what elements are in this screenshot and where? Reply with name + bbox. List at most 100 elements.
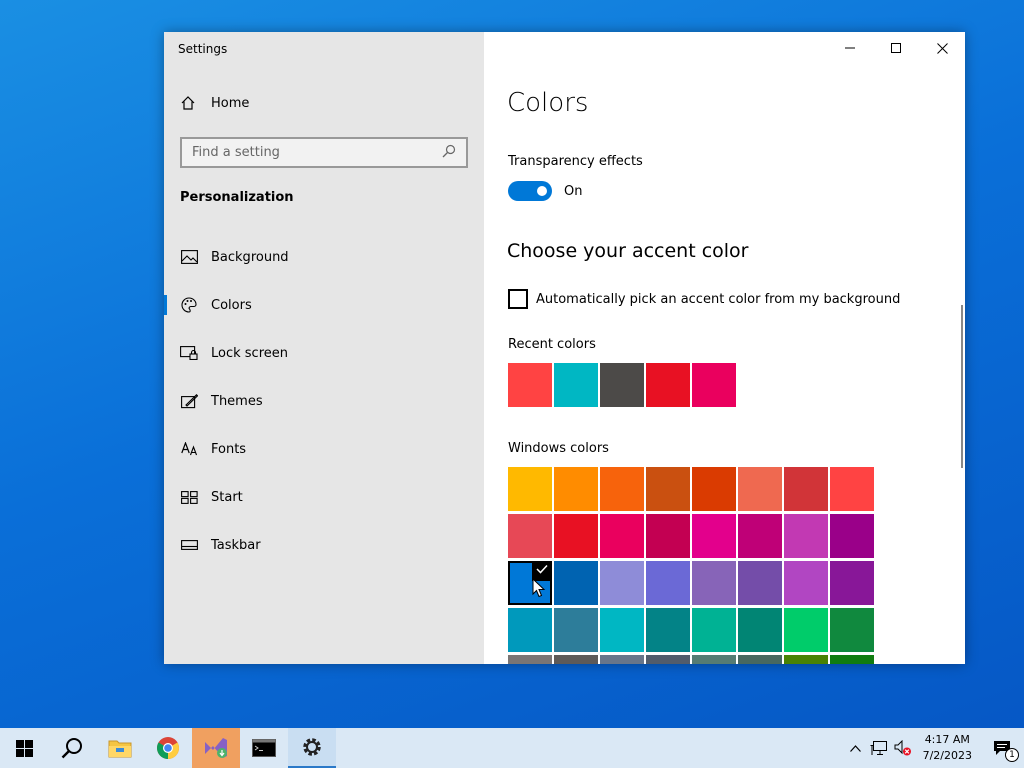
network-icon: [870, 740, 888, 755]
content-pane: Colors Transparency effects On Choose yo…: [484, 32, 965, 664]
windows-color-swatch[interactable]: [738, 655, 782, 664]
windows-color-swatch[interactable]: [508, 467, 552, 511]
notifications-button[interactable]: 1: [980, 728, 1024, 768]
windows-color-swatch[interactable]: [830, 514, 874, 558]
windows-color-swatch[interactable]: [554, 655, 598, 664]
sidebar-item-taskbar[interactable]: Taskbar: [164, 521, 484, 569]
windows-colors-grid: [508, 467, 874, 664]
windows-color-swatch[interactable]: [738, 467, 782, 511]
windows-color-swatch[interactable]: [554, 608, 598, 652]
transparency-toggle[interactable]: [508, 181, 552, 201]
clock-time: 4:17 AM: [924, 733, 970, 746]
windows-color-swatch[interactable]: [646, 561, 690, 605]
sidebar-item-label: Lock screen: [211, 345, 288, 361]
gear-icon: [303, 738, 321, 756]
windows-color-swatch[interactable]: [830, 608, 874, 652]
search-input[interactable]: [192, 145, 442, 160]
auto-pick-checkbox[interactable]: [508, 289, 528, 309]
home-link[interactable]: Home: [180, 94, 249, 112]
windows-color-swatch[interactable]: [692, 655, 736, 664]
terminal-button[interactable]: [240, 728, 288, 768]
sidebar-item-lock-screen[interactable]: Lock screen: [164, 329, 484, 377]
file-explorer-button[interactable]: [96, 728, 144, 768]
windows-color-swatch[interactable]: [508, 514, 552, 558]
start-icon: [180, 488, 198, 506]
section-title: Personalization: [180, 190, 294, 205]
windows-color-swatch[interactable]: [508, 561, 552, 605]
transparency-state: On: [564, 184, 583, 199]
visual-studio-button[interactable]: [192, 728, 240, 768]
lock-screen-icon: [180, 344, 198, 362]
close-icon: [936, 42, 948, 54]
system-tray: 4:17 AM 7/2/2023 1: [845, 728, 1024, 768]
taskbar: 4:17 AM 7/2/2023 1: [0, 728, 1024, 768]
show-hidden-icons-button[interactable]: [845, 728, 867, 768]
scrollbar[interactable]: [961, 305, 963, 468]
windows-color-swatch[interactable]: [646, 608, 690, 652]
recent-color-swatch[interactable]: [692, 363, 736, 407]
settings-button[interactable]: [288, 728, 336, 768]
window-title: Settings: [178, 42, 228, 56]
search-button[interactable]: [48, 728, 96, 768]
search-icon[interactable]: [442, 143, 456, 162]
notification-count: 1: [1005, 748, 1019, 762]
maximize-icon: [891, 43, 901, 53]
windows-color-swatch[interactable]: [692, 608, 736, 652]
windows-color-swatch[interactable]: [600, 608, 644, 652]
windows-color-swatch[interactable]: [508, 655, 552, 664]
windows-color-swatch[interactable]: [554, 561, 598, 605]
clock[interactable]: 4:17 AM 7/2/2023: [915, 732, 980, 764]
windows-color-swatch[interactable]: [784, 467, 828, 511]
windows-color-swatch[interactable]: [554, 467, 598, 511]
transparency-label: Transparency effects: [508, 154, 643, 169]
volume-button[interactable]: [891, 728, 915, 768]
recent-color-swatch[interactable]: [554, 363, 598, 407]
windows-color-swatch[interactable]: [784, 608, 828, 652]
terminal-icon: [252, 739, 276, 757]
sidebar-item-themes[interactable]: Themes: [164, 377, 484, 425]
start-button[interactable]: [0, 728, 48, 768]
sidebar-item-label: Fonts: [211, 441, 247, 457]
maximize-button[interactable]: [873, 32, 919, 64]
windows-color-swatch[interactable]: [784, 655, 828, 664]
windows-color-swatch[interactable]: [692, 561, 736, 605]
windows-color-swatch[interactable]: [784, 561, 828, 605]
sidebar-item-fonts[interactable]: Fonts: [164, 425, 484, 473]
visual-studio-icon: [205, 738, 227, 758]
windows-color-swatch[interactable]: [830, 655, 874, 664]
windows-color-swatch[interactable]: [600, 655, 644, 664]
chrome-icon: [157, 737, 179, 759]
windows-color-swatch[interactable]: [692, 514, 736, 558]
windows-color-swatch[interactable]: [692, 467, 736, 511]
recent-color-swatch[interactable]: [508, 363, 552, 407]
windows-color-swatch[interactable]: [646, 467, 690, 511]
taskbar-icon: [180, 536, 198, 554]
recent-color-swatch[interactable]: [646, 363, 690, 407]
windows-color-swatch[interactable]: [646, 655, 690, 664]
home-icon: [180, 94, 198, 112]
recent-colors: [508, 363, 736, 407]
windows-color-swatch[interactable]: [738, 561, 782, 605]
nav-items: Background Colors Lock screen Themes Fon…: [164, 233, 484, 569]
windows-color-swatch[interactable]: [738, 514, 782, 558]
windows-color-swatch[interactable]: [554, 514, 598, 558]
recent-color-swatch[interactable]: [600, 363, 644, 407]
windows-color-swatch[interactable]: [830, 467, 874, 511]
windows-color-swatch[interactable]: [508, 608, 552, 652]
search-box[interactable]: [180, 137, 468, 168]
minimize-button[interactable]: [827, 32, 873, 64]
windows-color-swatch[interactable]: [738, 608, 782, 652]
sidebar-item-background[interactable]: Background: [164, 233, 484, 281]
chrome-button[interactable]: [144, 728, 192, 768]
close-button[interactable]: [919, 32, 965, 64]
windows-color-swatch[interactable]: [784, 514, 828, 558]
windows-color-swatch[interactable]: [600, 514, 644, 558]
windows-color-swatch[interactable]: [600, 467, 644, 511]
sidebar-item-start[interactable]: Start: [164, 473, 484, 521]
windows-color-swatch[interactable]: [830, 561, 874, 605]
windows-color-swatch[interactable]: [646, 514, 690, 558]
sidebar-item-colors[interactable]: Colors: [164, 281, 484, 329]
network-button[interactable]: [867, 728, 891, 768]
windows-color-swatch[interactable]: [600, 561, 644, 605]
windows-logo-icon: [15, 739, 33, 757]
